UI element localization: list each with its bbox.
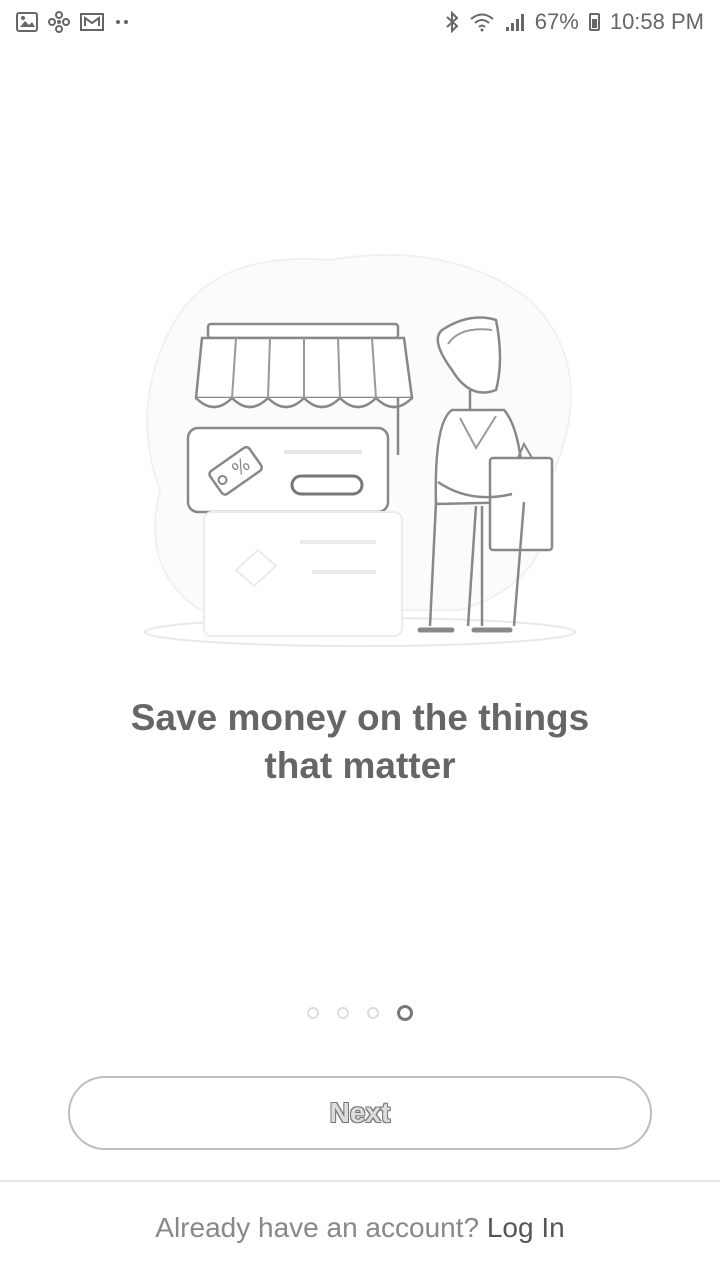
- login-prompt-text: Already have an account?: [155, 1212, 480, 1243]
- gallery-icon: [16, 12, 38, 32]
- battery-icon: [588, 13, 600, 31]
- onboarding-illustration: %: [130, 240, 590, 670]
- page-dot-1[interactable]: [307, 1007, 319, 1019]
- page-indicator: [0, 1005, 720, 1021]
- footer-divider: [0, 1180, 720, 1182]
- onboarding-headline: Save money on the things that matter: [60, 694, 660, 790]
- login-link[interactable]: Log In: [487, 1212, 565, 1243]
- mail-icon: [80, 12, 104, 32]
- next-button[interactable]: Next: [68, 1076, 652, 1150]
- page-dot-3[interactable]: [367, 1007, 379, 1019]
- pinwheel-icon: [48, 11, 70, 33]
- page-dot-2[interactable]: [337, 1007, 349, 1019]
- more-dots-icon: [114, 17, 130, 27]
- wifi-icon: [469, 12, 495, 32]
- clock: 10:58 PM: [609, 9, 704, 34]
- status-bar: 67% 10:58 PM: [0, 0, 720, 44]
- headline-line-1: Save money on the things: [130, 697, 590, 738]
- headline-line-2: that matter: [264, 745, 456, 786]
- signal-icon: [505, 12, 525, 32]
- system-icons: 67% 10:58 PM: [445, 9, 704, 35]
- notification-icons: [16, 11, 130, 33]
- bluetooth-icon: [445, 11, 459, 33]
- login-prompt-row: Already have an account? Log In: [0, 1212, 720, 1244]
- battery-percent: 67%: [534, 9, 579, 34]
- page-dot-4-active[interactable]: [397, 1005, 413, 1021]
